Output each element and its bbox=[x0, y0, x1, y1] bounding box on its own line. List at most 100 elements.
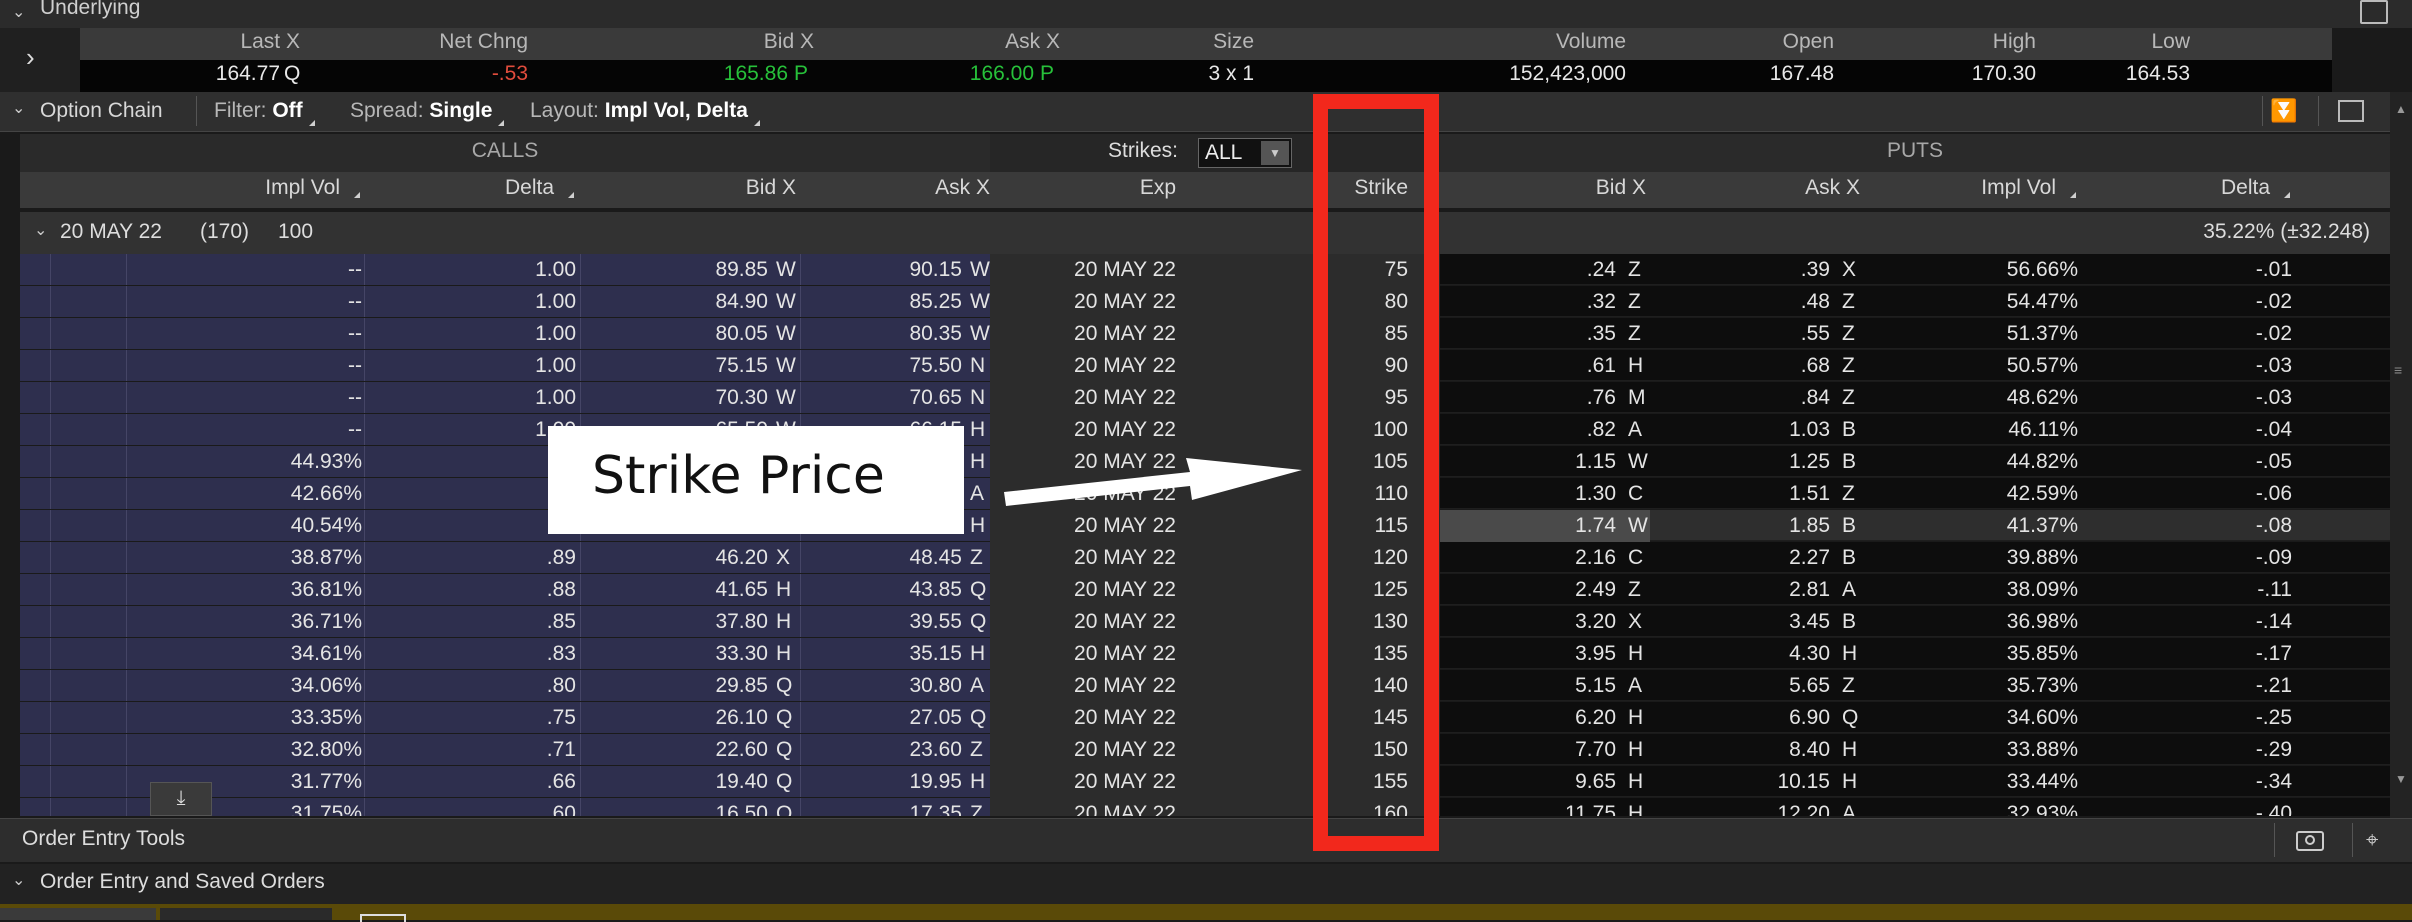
table-row[interactable]: 34.61% .83 33.30 H 35.15 H 20 MAY 22 135 3.95 H 4.… bbox=[20, 638, 2390, 670]
table-row[interactable]: -- 1.00 89.85 W 90.15 W 20 MAY 22 75.24 Z .39 X 56.… bbox=[20, 254, 2390, 286]
cell-call-ask-exchange[interactable]: Q bbox=[966, 606, 990, 638]
cell-call-bid[interactable]: 26.10 bbox=[580, 702, 768, 734]
cell-put-delta[interactable]: -.14 bbox=[2080, 606, 2292, 638]
expiration-row[interactable]: ⌄ 20 MAY 22 (170) 100 35.22% (±32.248) bbox=[20, 212, 2390, 254]
cell-call-delta[interactable]: .71 bbox=[364, 734, 576, 766]
cell-put-ask[interactable]: .55 bbox=[1650, 318, 1830, 350]
cell-put-impl-vol[interactable]: 33.44% bbox=[1866, 766, 2078, 798]
cell-call-delta[interactable]: 1.00 bbox=[364, 350, 576, 382]
cell-call-bid[interactable]: 70.30 bbox=[580, 382, 768, 414]
cell-put-impl-vol[interactable]: 35.85% bbox=[1866, 638, 2078, 670]
cell-put-ask-exchange[interactable]: Z bbox=[1838, 350, 1862, 382]
col-bid[interactable]: Bid X bbox=[640, 30, 814, 54]
chevron-down-icon[interactable]: ⌄ bbox=[12, 870, 25, 890]
col-net-chng[interactable]: Net Chng bbox=[370, 30, 528, 54]
order-entry-tools-bar[interactable]: Order Entry Tools ⌖ bbox=[0, 818, 2412, 862]
cell-put-ask-exchange[interactable]: Z bbox=[1838, 382, 1862, 414]
cell-put-ask-exchange[interactable]: B bbox=[1838, 446, 1862, 478]
cell-call-delta[interactable]: .88 bbox=[364, 574, 576, 606]
cell-call-impl-vol[interactable]: -- bbox=[126, 286, 362, 318]
cell-expiration[interactable]: 20 MAY 22 bbox=[1000, 638, 1176, 670]
tab[interactable] bbox=[160, 908, 332, 920]
cell-call-delta[interactable]: .91 bbox=[364, 478, 576, 510]
cell-call-impl-vol[interactable]: 32.80% bbox=[126, 734, 362, 766]
cell-expiration[interactable]: 20 MAY 22 bbox=[1000, 254, 1176, 286]
cell-call-impl-vol[interactable]: -- bbox=[126, 414, 362, 446]
cell-put-ask[interactable]: 8.40 bbox=[1650, 734, 1830, 766]
camera-icon[interactable] bbox=[2296, 831, 2324, 851]
cell-put-bid-exchange[interactable]: Z bbox=[1624, 574, 1648, 606]
cell-put-bid-exchange[interactable]: H bbox=[1624, 638, 1648, 670]
cell-put-delta[interactable]: -.29 bbox=[2080, 734, 2292, 766]
cell-put-bid[interactable]: 7.70 bbox=[1440, 734, 1616, 766]
cell-call-bid-exchange[interactable]: W bbox=[772, 254, 796, 286]
cell-expiration[interactable]: 20 MAY 22 bbox=[1000, 574, 1176, 606]
detach-icon[interactable] bbox=[2338, 100, 2364, 122]
cell-expiration[interactable]: 20 MAY 22 bbox=[1000, 542, 1176, 574]
cell-call-bid[interactable]: 33.30 bbox=[580, 638, 768, 670]
order-entry-saved-orders-bar[interactable]: ⌄ Order Entry and Saved Orders bbox=[0, 864, 2412, 904]
col-last[interactable]: Last X bbox=[140, 30, 300, 54]
cell-put-delta[interactable]: -.08 bbox=[2080, 510, 2292, 542]
cell-put-delta[interactable]: -.03 bbox=[2080, 350, 2292, 382]
cell-call-delta[interactable]: 1.00 bbox=[364, 382, 576, 414]
underlying-header[interactable]: ⌄ Underlying bbox=[0, 0, 2412, 28]
scroll-down-icon[interactable]: ▼ bbox=[2395, 772, 2407, 786]
vertical-scrollbar[interactable]: ▲ ≡ ▼ bbox=[2390, 92, 2412, 818]
cell-call-ask[interactable]: 27.05 bbox=[800, 702, 962, 734]
cell-put-ask[interactable]: 3.45 bbox=[1650, 606, 1830, 638]
cell-put-ask[interactable]: 2.27 bbox=[1650, 542, 1830, 574]
cell-call-ask[interactable]: 17.35 bbox=[800, 798, 962, 816]
cell-call-ask-exchange[interactable]: H bbox=[966, 638, 990, 670]
cell-call-bid-exchange[interactable]: Q bbox=[772, 734, 796, 766]
cell-put-impl-vol[interactable]: 33.88% bbox=[1866, 734, 2078, 766]
table-row[interactable]: 31.77% .66 19.40 Q 19.95 H 20 MAY 22 155 9.65 H 10… bbox=[20, 766, 2390, 798]
cell-put-impl-vol[interactable]: 39.88% bbox=[1866, 542, 2078, 574]
cell-call-delta[interactable]: 1.00 bbox=[364, 254, 576, 286]
cell-call-delta[interactable]: .80 bbox=[364, 670, 576, 702]
cell-call-impl-vol[interactable]: 36.81% bbox=[126, 574, 362, 606]
table-row[interactable]: 36.81% .88 41.65 H 43.85 Q 20 MAY 22 125 2.49 Z 2.… bbox=[20, 574, 2390, 606]
cell-call-ask-exchange[interactable]: H bbox=[966, 766, 990, 798]
cell-put-delta[interactable]: -.03 bbox=[2080, 382, 2292, 414]
cell-call-ask-exchange[interactable]: H bbox=[966, 510, 990, 542]
cell-call-ask[interactable]: 23.60 bbox=[800, 734, 962, 766]
col-call-bid[interactable]: Bid X bbox=[580, 176, 796, 200]
cell-call-ask-exchange[interactable]: Q bbox=[966, 702, 990, 734]
cell-put-bid[interactable]: 2.16 bbox=[1440, 542, 1616, 574]
pin-icon[interactable]: ⌖ bbox=[2366, 827, 2378, 853]
cell-call-ask[interactable]: 90.15 bbox=[800, 254, 962, 286]
cell-put-impl-vol[interactable]: 38.09% bbox=[1866, 574, 2078, 606]
col-low[interactable]: Low bbox=[2040, 30, 2190, 54]
cell-expiration[interactable]: 20 MAY 22 bbox=[1000, 798, 1176, 816]
cell-put-impl-vol[interactable]: 51.37% bbox=[1866, 318, 2078, 350]
cell-put-ask-exchange[interactable]: H bbox=[1838, 638, 1862, 670]
cell-put-bid[interactable]: .82 bbox=[1440, 414, 1616, 446]
cell-call-ask-exchange[interactable]: A bbox=[966, 670, 990, 702]
cell-put-delta[interactable]: -.05 bbox=[2080, 446, 2292, 478]
cell-expiration[interactable]: 20 MAY 22 bbox=[1000, 734, 1176, 766]
table-row[interactable]: -- 1.00 84.90 W 85.25 W 20 MAY 22 80.32 Z .48 Z 54.… bbox=[20, 286, 2390, 318]
cell-put-impl-vol[interactable]: 50.57% bbox=[1866, 350, 2078, 382]
cell-expiration[interactable]: 20 MAY 22 bbox=[1000, 382, 1176, 414]
cell-put-delta[interactable]: -.01 bbox=[2080, 254, 2292, 286]
cell-call-ask-exchange[interactable]: N bbox=[966, 350, 990, 382]
cell-put-bid-exchange[interactable]: H bbox=[1624, 734, 1648, 766]
cell-put-ask[interactable]: .48 bbox=[1650, 286, 1830, 318]
cell-put-bid-exchange[interactable]: Z bbox=[1624, 286, 1648, 318]
cell-put-bid[interactable]: 3.95 bbox=[1440, 638, 1616, 670]
cell-put-bid-exchange[interactable]: H bbox=[1624, 350, 1648, 382]
cell-call-delta[interactable]: .90 bbox=[364, 510, 576, 542]
cell-put-ask[interactable]: 1.03 bbox=[1650, 414, 1830, 446]
chevron-down-icon[interactable]: ▼ bbox=[1261, 141, 1289, 165]
cell-put-delta[interactable]: -.09 bbox=[2080, 542, 2292, 574]
cell-put-delta[interactable]: -.40 bbox=[2080, 798, 2292, 816]
cell-expiration[interactable]: 20 MAY 22 bbox=[1000, 606, 1176, 638]
cell-call-delta[interactable]: 1.00 bbox=[364, 286, 576, 318]
cell-put-bid[interactable]: 9.65 bbox=[1440, 766, 1616, 798]
cell-call-ask-exchange[interactable]: W bbox=[966, 286, 990, 318]
cell-call-bid[interactable]: 22.60 bbox=[580, 734, 768, 766]
cell-put-bid[interactable]: 1.30 bbox=[1440, 478, 1616, 510]
cell-put-ask-exchange[interactable]: Z bbox=[1838, 670, 1862, 702]
cell-put-impl-vol[interactable]: 44.82% bbox=[1866, 446, 2078, 478]
